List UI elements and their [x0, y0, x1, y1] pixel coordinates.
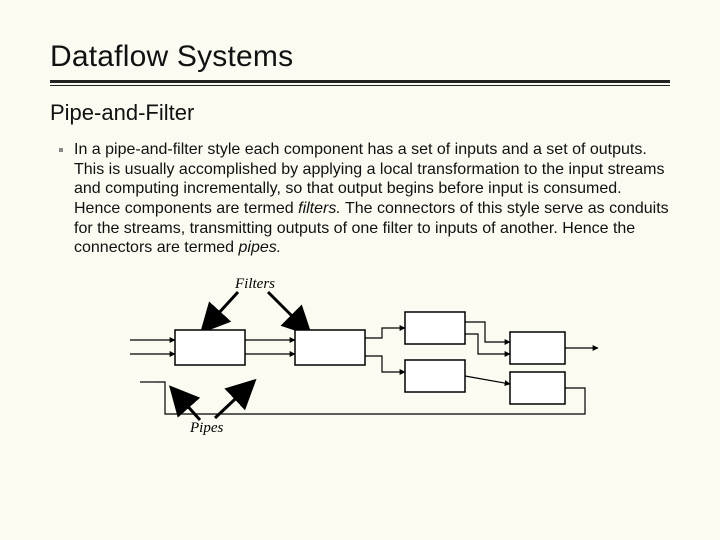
body-list: In a pipe-and-filter style each componen…: [50, 140, 670, 258]
filter-box: [405, 360, 465, 392]
filter-box: [175, 330, 245, 365]
body-em-filters: filters.: [298, 200, 341, 217]
pipe-line: [465, 334, 510, 354]
arrow-icon: [206, 292, 238, 327]
body-em-pipes: pipes.: [239, 239, 282, 256]
slide: Dataflow Systems Pipe-and-Filter In a pi…: [0, 0, 720, 462]
subtitle: Pipe-and-Filter: [50, 100, 670, 126]
pipe-line: [465, 322, 510, 342]
pipe-filter-diagram: Filters Pipes: [120, 272, 600, 442]
diagram-label-pipes: Pipes: [189, 420, 223, 436]
title-rule-thin: [50, 85, 670, 86]
body-item: In a pipe-and-filter style each componen…: [74, 140, 670, 258]
arrow-icon: [268, 292, 306, 330]
title-rule-thick: [50, 80, 670, 83]
page-title: Dataflow Systems: [50, 40, 670, 74]
arrow-icon: [175, 392, 200, 420]
diagram-label-filters: Filters: [234, 276, 275, 292]
filter-box: [510, 332, 565, 364]
pipe-line: [365, 356, 405, 372]
pipe-line: [465, 376, 510, 384]
filter-box: [405, 312, 465, 344]
filter-box: [510, 372, 565, 404]
pipe-line: [365, 328, 405, 338]
filter-box: [295, 330, 365, 365]
arrow-icon: [215, 385, 250, 418]
